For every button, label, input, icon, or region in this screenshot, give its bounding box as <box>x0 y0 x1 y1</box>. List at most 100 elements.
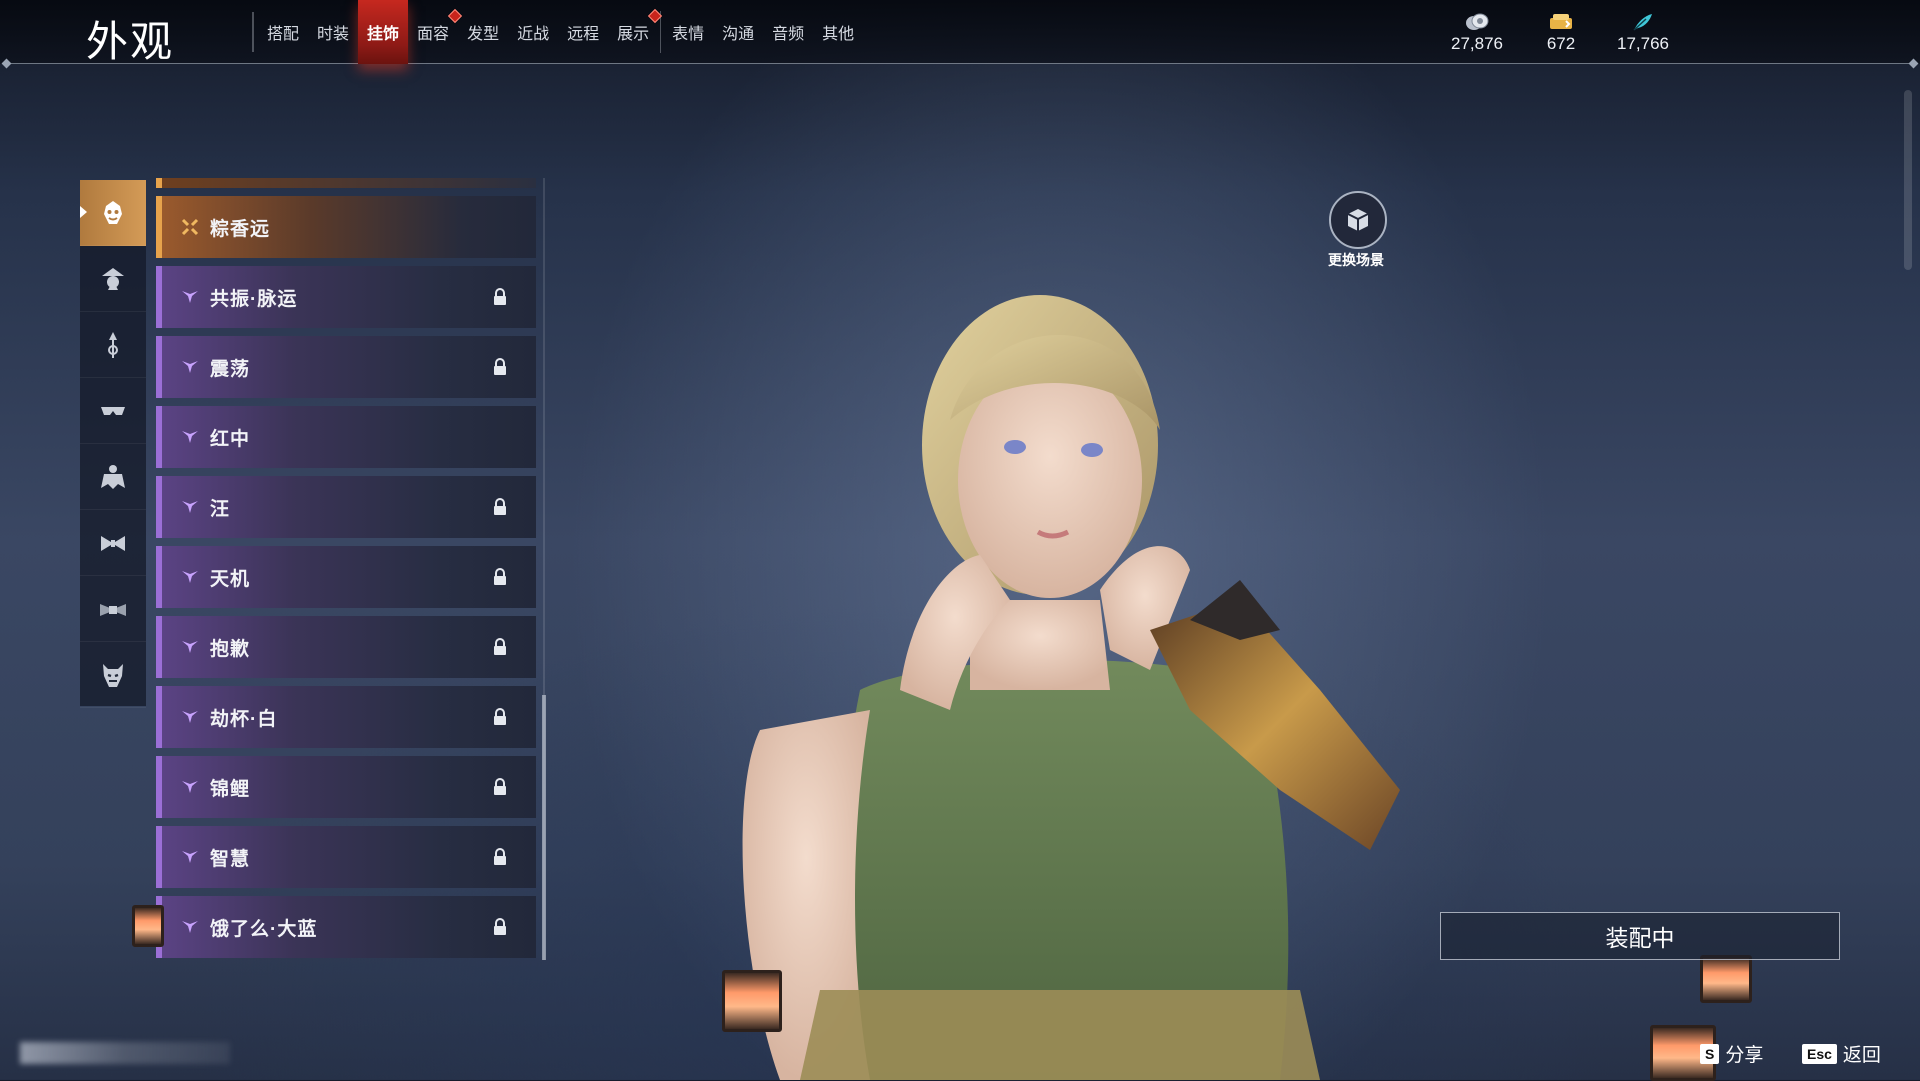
lock-icon <box>494 638 506 655</box>
page-title: 外观 <box>86 18 175 65</box>
category-mask[interactable] <box>80 180 146 246</box>
list-item[interactable]: 震荡 <box>156 336 536 398</box>
back-key: Esc <box>1802 1043 1837 1064</box>
lock-icon <box>494 778 506 795</box>
lantern-decoration <box>132 905 164 947</box>
tab-11[interactable]: 其他 <box>813 0 863 64</box>
tab-1[interactable]: 时装 <box>308 0 358 64</box>
belt-icon <box>100 603 126 616</box>
category-eyewear[interactable] <box>80 378 146 444</box>
coin-value: 27,876 <box>1451 34 1503 53</box>
accessory-list[interactable]: 粽香远共振·脉运震荡红中汪天机抱歉劫杯·白锦鲤智慧饿了么·大蓝 <box>156 178 536 960</box>
purple-rarity-icon <box>182 501 198 513</box>
tab-3[interactable]: 面容 <box>408 0 463 64</box>
category-hat[interactable] <box>80 246 146 312</box>
mask-icon <box>104 200 122 224</box>
share-label: 分享 <box>1725 1045 1764 1066</box>
equip-button[interactable]: 装配中 <box>1440 912 1840 960</box>
tab-label: 表情 <box>672 26 705 43</box>
tab-10[interactable]: 音频 <box>763 0 813 64</box>
gold-rarity-icon <box>181 218 199 236</box>
lantern-decoration <box>722 970 782 1032</box>
list-item[interactable]: 红中 <box>156 406 536 468</box>
lock-icon <box>494 568 506 585</box>
category-hairpin[interactable] <box>80 312 146 378</box>
purple-rarity-icon <box>182 291 198 303</box>
feather-icon <box>1598 12 1688 32</box>
list-item[interactable]: 智慧 <box>156 826 536 888</box>
category-demon-mask[interactable] <box>80 642 146 708</box>
list-item[interactable]: 劫杯·白 <box>156 686 536 748</box>
ticket-icon <box>1516 12 1606 32</box>
scene-scrollbar[interactable] <box>1904 90 1912 270</box>
tab-8[interactable]: 表情 <box>663 0 713 64</box>
back-hint[interactable]: Esc 返回 <box>1802 1040 1881 1067</box>
category-column <box>80 180 146 708</box>
tab-0[interactable]: 搭配 <box>258 0 308 64</box>
item-name: 天机 <box>210 568 251 590</box>
lock-icon <box>494 848 506 865</box>
lock-icon <box>494 498 506 515</box>
tab-5[interactable]: 近战 <box>508 0 558 64</box>
tab-label: 音频 <box>772 26 805 43</box>
item-name: 劫杯·白 <box>210 708 278 730</box>
tab-7[interactable]: 展示 <box>608 0 663 64</box>
back-label: 返回 <box>1842 1045 1881 1066</box>
tab-label: 搭配 <box>267 26 300 43</box>
change-scene-button[interactable] <box>1329 191 1387 249</box>
purple-rarity-icon <box>182 711 198 723</box>
change-scene-label: 更换场景 <box>1328 252 1384 268</box>
item-name: 汪 <box>210 498 231 520</box>
list-item[interactable]: 汪 <box>156 476 536 538</box>
tab-label: 时装 <box>317 26 350 43</box>
list-item[interactable]: 锦鲤 <box>156 756 536 818</box>
tab-9[interactable]: 沟通 <box>713 0 763 64</box>
currency-feathers: 17,766 <box>1598 12 1688 54</box>
currency-coins: 27,876 <box>1432 12 1522 54</box>
demon-mask-icon <box>103 663 123 687</box>
character-model <box>742 295 1400 1080</box>
bow-icon <box>101 535 125 551</box>
list-item[interactable]: 粽香远 <box>156 196 536 258</box>
share-hint[interactable]: S 分享 <box>1700 1040 1763 1067</box>
feather-value: 17,766 <box>1617 34 1669 53</box>
list-item-partial <box>156 178 536 188</box>
share-key: S <box>1700 1043 1720 1064</box>
currency-tickets: 672 <box>1516 12 1606 54</box>
purple-rarity-icon <box>182 921 198 933</box>
category-bow[interactable] <box>80 510 146 576</box>
list-item[interactable]: 天机 <box>156 546 536 608</box>
item-name: 共振·脉运 <box>210 288 298 310</box>
purple-rarity-icon <box>182 851 198 863</box>
item-name: 锦鲤 <box>210 778 251 800</box>
tab-2[interactable]: 挂饰 <box>358 0 409 64</box>
lock-icon <box>494 918 506 935</box>
tab-label: 展示 <box>617 26 650 43</box>
tab-label: 挂饰 <box>367 26 400 43</box>
tab-4[interactable]: 发型 <box>458 0 508 64</box>
eyewear-icon <box>101 406 125 415</box>
list-item[interactable]: 共振·脉运 <box>156 266 536 328</box>
lantern-decoration <box>1700 955 1752 1003</box>
ticket-value: 672 <box>1546 34 1576 53</box>
hairpin-icon <box>108 331 118 358</box>
lock-icon <box>494 358 506 375</box>
list-scrollbar-thumb[interactable] <box>542 695 546 960</box>
category-cape[interactable] <box>80 444 146 510</box>
tab-label: 其他 <box>822 26 855 43</box>
purple-rarity-icon <box>182 781 198 793</box>
tab-6[interactable]: 远程 <box>558 0 608 64</box>
purple-rarity-icon <box>182 361 198 373</box>
item-name: 抱歉 <box>210 638 251 660</box>
tab-label: 近战 <box>517 26 550 43</box>
player-id-blurred <box>20 1042 230 1064</box>
purple-rarity-icon <box>182 641 198 653</box>
list-item[interactable]: 抱歉 <box>156 616 536 678</box>
title-separator <box>252 12 254 52</box>
list-item[interactable]: 饿了么·大蓝 <box>156 896 536 958</box>
coin-icon <box>1432 12 1522 32</box>
hat-icon <box>102 267 124 290</box>
category-belt[interactable] <box>80 576 146 642</box>
item-name: 红中 <box>210 428 251 450</box>
purple-rarity-icon <box>182 431 198 443</box>
